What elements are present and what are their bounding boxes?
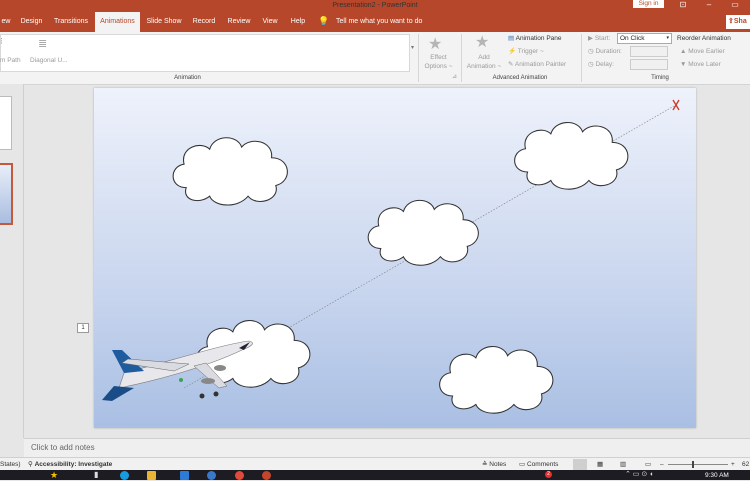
move-earlier-label: Move Earlier xyxy=(688,48,725,55)
animation-tag[interactable]: 1 xyxy=(77,323,89,333)
gallery-item-custom-path[interactable]: m Path xyxy=(0,56,21,65)
lightbulb-icon: 💡 xyxy=(318,16,330,26)
slide-artwork xyxy=(102,99,680,414)
cloud-shape xyxy=(514,121,629,190)
powerpoint-icon[interactable] xyxy=(262,471,271,480)
tab-design[interactable]: Design xyxy=(18,12,45,32)
ribbon-display-icon[interactable]: ⊡ xyxy=(678,0,688,10)
animation-pane-label: Animation Pane xyxy=(515,35,562,42)
cloud-shape xyxy=(172,137,288,206)
reorder-animation-label: Reorder Animation xyxy=(677,35,731,42)
edge-icon[interactable] xyxy=(120,471,129,480)
animation-painter-button[interactable]: ✎ Animation Painter xyxy=(508,60,566,69)
gallery-item-diagonal[interactable]: Diagonal U... xyxy=(30,56,68,65)
add-animation-button[interactable]: Add Animation ~ xyxy=(462,53,506,71)
move-later-label: Move Later xyxy=(688,61,721,68)
delay-label: ◷ Delay: xyxy=(588,60,614,69)
duration-label: ◷ Duration: xyxy=(588,47,622,56)
ribbon-separator xyxy=(581,34,582,82)
notes-pane[interactable]: Click to add notes xyxy=(24,438,750,458)
group-advanced-label: Advanced Animation xyxy=(492,75,548,81)
tab-new[interactable]: ew xyxy=(0,12,12,32)
store-icon[interactable] xyxy=(180,471,189,480)
custom-path-icon[interactable]: ⁝ xyxy=(0,36,8,54)
start-label-text: Start: xyxy=(594,35,611,42)
animation-pane-icon: ▤ xyxy=(508,35,515,42)
start-label: ▶ Start: xyxy=(588,34,610,43)
motion-end-marker-icon xyxy=(672,99,680,111)
start-dropdown[interactable]: On Click ▾ xyxy=(617,33,672,44)
chevron-down-icon: ▾ xyxy=(666,35,669,41)
tab-slide-show[interactable]: Slide Show xyxy=(145,12,183,32)
minimize-icon[interactable]: – xyxy=(704,0,714,10)
notes-placeholder: Click to add notes xyxy=(31,443,95,452)
tray-icons[interactable]: ⌃ ▭ ⊙ ◖ xyxy=(625,470,653,478)
accessibility-label: Accessibility: Investigate xyxy=(34,461,113,468)
slide-thumbnail-selected[interactable] xyxy=(0,163,13,225)
widgets-icon[interactable]: ★ xyxy=(50,470,58,481)
notes-label: Notes xyxy=(489,461,507,468)
restore-icon[interactable]: ▭ xyxy=(730,0,740,10)
group-timing-label: Timing xyxy=(651,75,669,81)
accessibility-icon: ⚲ xyxy=(28,461,33,468)
triangle-up-icon: ▲ xyxy=(680,48,687,55)
duration-field[interactable] xyxy=(630,46,668,57)
slide-canvas[interactable] xyxy=(94,88,696,428)
share-label: Sha xyxy=(733,18,747,25)
notification-badge: 2 xyxy=(545,471,552,478)
file-explorer-icon[interactable] xyxy=(147,471,156,480)
gallery-expand-icon[interactable]: ▾ xyxy=(411,44,414,51)
effect-options-button[interactable]: Effect Options ~ xyxy=(421,53,456,71)
share-button[interactable]: ⇪Sha xyxy=(726,15,750,29)
tell-me-search[interactable]: Tell me what you want to do xyxy=(336,12,422,32)
status-bar: States) ⚲ Accessibility: Investigate ≙ N… xyxy=(0,457,750,471)
tab-review[interactable]: Review xyxy=(225,12,253,32)
sign-in-button[interactable]: Sign in xyxy=(633,0,664,8)
trigger-icon: ⚡ xyxy=(508,48,517,55)
group-animation-label: Animation xyxy=(174,75,201,81)
clock-icon: ◷ xyxy=(588,48,594,55)
notes-icon: ≙ xyxy=(482,461,488,468)
move-later-button[interactable]: ▼ Move Later xyxy=(680,60,721,69)
trigger-label: Trigger ~ xyxy=(517,48,544,55)
mail-icon[interactable] xyxy=(207,471,216,480)
tab-view[interactable]: View xyxy=(259,12,281,32)
animation-dialog-launcher-icon[interactable]: ⊿ xyxy=(452,73,457,80)
zoom-slider-thumb[interactable] xyxy=(692,461,694,468)
effect-options-icon[interactable]: ★ xyxy=(428,34,442,54)
animation-pane-button[interactable]: ▤ Animation Pane xyxy=(508,34,562,43)
add-animation-icon[interactable]: ★ xyxy=(475,32,489,52)
delay-field[interactable] xyxy=(630,59,668,70)
painter-icon: ✎ xyxy=(508,61,514,68)
delay-clock-icon: ◷ xyxy=(588,61,594,68)
triangle-down-icon: ▼ xyxy=(680,61,687,68)
tab-help[interactable]: Help xyxy=(287,12,309,32)
taskbar-clock[interactable]: 9:30 AM xyxy=(705,471,729,480)
tab-record[interactable]: Record xyxy=(190,12,218,32)
animation-painter-label: Animation Painter xyxy=(514,61,567,68)
task-view-icon[interactable]: ▮ xyxy=(94,470,98,479)
move-earlier-button[interactable]: ▲ Move Earlier xyxy=(680,47,725,56)
duration-label-text: Duration: xyxy=(595,48,622,55)
ribbon-separator xyxy=(418,34,419,82)
tab-animations[interactable]: Animations xyxy=(95,12,140,32)
normal-view-icon[interactable] xyxy=(573,459,587,470)
diagonal-path-icon[interactable]: ≣ xyxy=(38,37,58,53)
delay-label-text: Delay: xyxy=(595,61,614,68)
animation-gallery[interactable] xyxy=(0,34,410,72)
slide-thumbnail[interactable] xyxy=(0,96,12,150)
comments-label: Comments xyxy=(526,461,559,468)
zoom-slider[interactable] xyxy=(668,464,728,465)
comment-icon: ▭ xyxy=(519,461,526,468)
cloud-shape xyxy=(439,345,554,414)
chrome-icon[interactable] xyxy=(235,471,244,480)
start-icon: ▶ xyxy=(588,35,593,42)
cloud-shape xyxy=(367,199,479,266)
tab-transitions[interactable]: Transitions xyxy=(52,12,90,32)
start-value: On Click xyxy=(620,35,645,42)
trigger-button[interactable]: ⚡ Trigger ~ xyxy=(508,47,544,56)
